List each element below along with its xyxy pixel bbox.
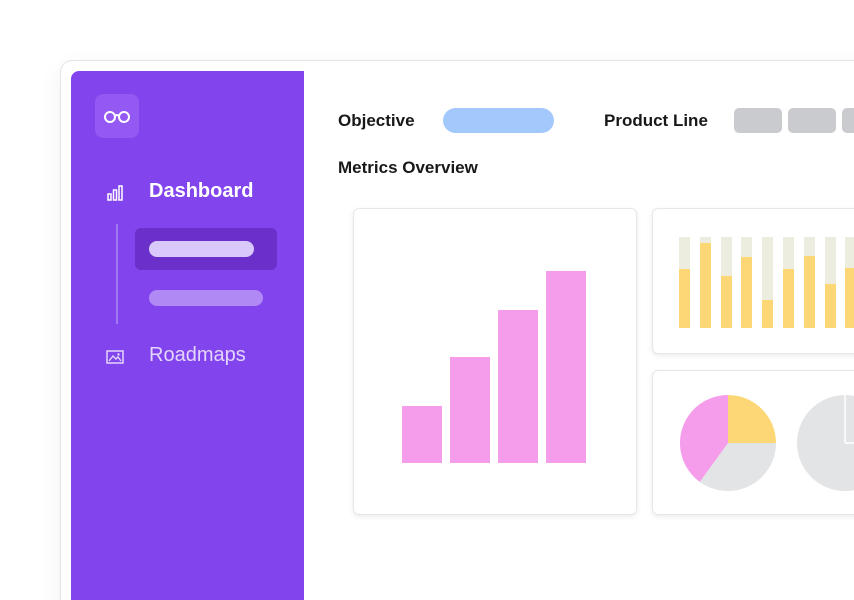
bar-chart-bar: [402, 406, 442, 463]
stacked-bar: [845, 237, 854, 328]
bar-chart-bar: [546, 271, 586, 463]
bar-chart-card: [353, 208, 637, 515]
product-line-chip[interactable]: [788, 108, 836, 133]
submenu-line: [116, 224, 118, 324]
stacked-bar-segment-bottom: [845, 268, 854, 328]
stacked-bar: [762, 237, 773, 328]
stacked-bar-segment-top: [783, 237, 794, 269]
submenu-item-placeholder: [149, 241, 254, 257]
pie-chart-card: [652, 370, 854, 515]
stacked-bar-segment-top: [721, 237, 732, 276]
stacked-bar: [825, 237, 836, 328]
pie-charts: [680, 395, 854, 491]
stacked-bar-segment-bottom: [679, 269, 690, 328]
image-icon: [105, 347, 125, 367]
logo-button[interactable]: [95, 94, 139, 138]
stacked-bar-segment-top: [679, 237, 690, 269]
bar-chart-bar: [498, 310, 538, 463]
objective-label: Objective: [338, 111, 415, 130]
stacked-bar-segment-bottom: [700, 243, 711, 328]
stacked-bar-segment-bottom: [825, 284, 836, 328]
stacked-bar: [679, 237, 690, 328]
stacked-bar-segment-bottom: [721, 276, 732, 328]
glasses-icon: [104, 111, 130, 123]
sidebar-item-dashboard[interactable]: Dashboard: [149, 180, 253, 203]
sidebar-item-roadmaps[interactable]: Roadmaps: [149, 344, 246, 367]
product-line-label: Product Line: [604, 111, 708, 130]
stacked-bar-segment-bottom: [762, 300, 773, 328]
product-line-chip[interactable]: [734, 108, 782, 133]
stacked-bar: [804, 237, 815, 328]
product-line-chip[interactable]: [842, 108, 854, 133]
submenu-item[interactable]: [149, 290, 263, 306]
stacked-bar-segment-top: [762, 237, 773, 300]
stacked-bar-segment-bottom: [741, 257, 752, 328]
stacked-bar: [741, 237, 752, 328]
stacked-bar-segment-bottom: [804, 256, 815, 328]
stacked-bar: [721, 237, 732, 328]
stacked-bar-chart-card: [652, 208, 854, 354]
pie-slice: [728, 395, 776, 443]
stacked-bar-segment-top: [845, 237, 854, 268]
stacked-bar: [700, 237, 711, 328]
bar-chart: [402, 267, 590, 463]
section-title: Metrics Overview: [338, 158, 478, 177]
stacked-bar-segment-top: [825, 237, 836, 284]
sidebar: Dashboard Roadmaps: [71, 71, 304, 600]
screen: Dashboard Roadmaps Objective Product Lin…: [0, 0, 854, 600]
stacked-bar-segment-bottom: [783, 269, 794, 328]
submenu-item-active[interactable]: [135, 228, 277, 270]
objective-selector[interactable]: [443, 108, 554, 133]
stacked-bar: [783, 237, 794, 328]
stacked-bar-segment-top: [741, 237, 752, 257]
bar-chart-icon: [105, 183, 125, 203]
stacked-bar-segment-top: [804, 237, 815, 256]
bar-chart-bar: [450, 357, 490, 463]
stacked-bar-chart: [679, 237, 854, 328]
